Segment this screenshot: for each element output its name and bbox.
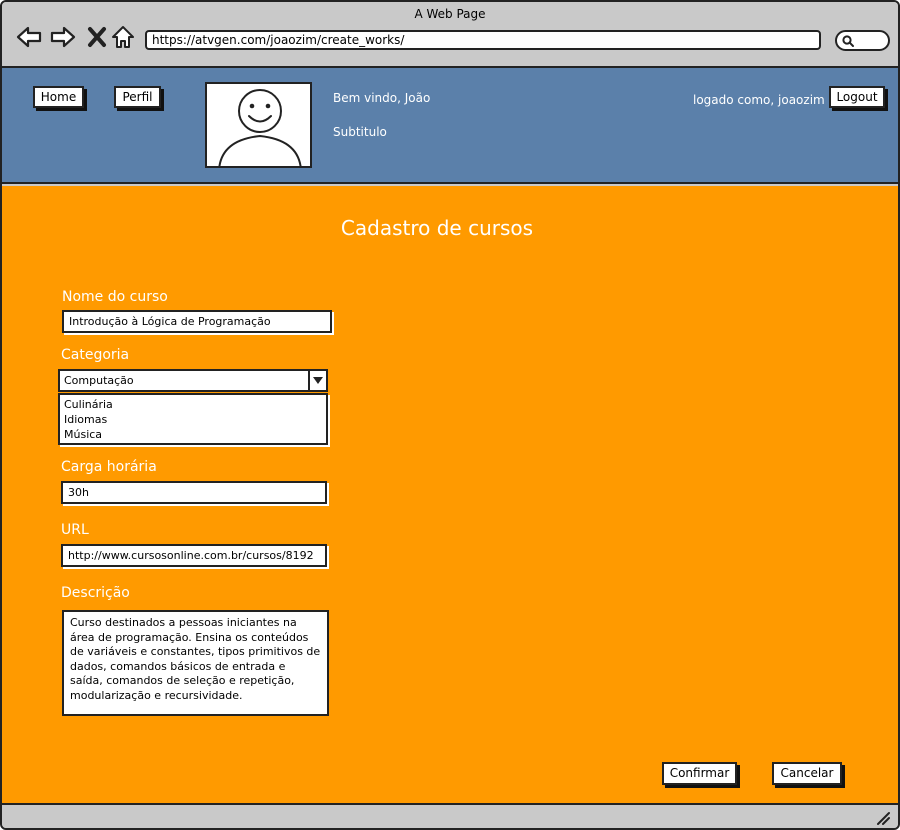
back-arrow-icon[interactable]	[15, 23, 43, 51]
categoria-select[interactable]: Computação	[58, 369, 328, 392]
categoria-option[interactable]: Culinária	[64, 397, 322, 412]
home-icon[interactable]	[109, 23, 137, 51]
nome-input[interactable]: Introdução à Lógica de Programação	[62, 310, 332, 333]
url-input[interactable]: http://www.cursosonline.com.br/cursos/81…	[61, 544, 327, 567]
logged-as-text: logado como, joaozim	[693, 93, 825, 107]
window-title: A Web Page	[414, 7, 486, 21]
resize-grip-icon[interactable]	[876, 811, 890, 825]
search-box[interactable]	[835, 30, 890, 51]
categoria-option[interactable]: Música	[64, 427, 322, 442]
forward-arrow-icon[interactable]	[49, 23, 77, 51]
descricao-label: Descrição	[61, 585, 130, 601]
perfil-button[interactable]: Perfil	[114, 86, 161, 108]
descricao-textarea[interactable]: Curso destinados a pessoas iniciantes na…	[62, 610, 329, 716]
chevron-down-icon[interactable]	[308, 371, 326, 390]
categoria-options-list: Culinária Idiomas Música	[58, 393, 328, 445]
browser-chrome: A Web Page https://atvgen.com/joaozim/cr…	[2, 2, 898, 68]
search-icon	[842, 35, 854, 47]
nome-label: Nome do curso	[62, 289, 168, 305]
carga-label: Carga horária	[61, 459, 157, 475]
browser-window: A Web Page https://atvgen.com/joaozim/cr…	[0, 0, 900, 830]
categoria-option[interactable]: Idiomas	[64, 412, 322, 427]
close-stop-icon[interactable]	[83, 23, 111, 51]
carga-input[interactable]: 30h	[61, 481, 327, 504]
confirm-button[interactable]: Confirmar	[662, 762, 737, 785]
url-bar[interactable]: https://atvgen.com/joaozim/create_works/	[145, 30, 821, 50]
status-bar	[2, 803, 898, 828]
logout-button[interactable]: Logout	[829, 86, 885, 108]
subtitle-text: Subtitulo	[333, 125, 387, 139]
url-label: URL	[61, 522, 89, 538]
categoria-label: Categoria	[61, 347, 130, 363]
avatar	[205, 82, 312, 168]
welcome-text: Bem vindo, João	[333, 91, 431, 105]
home-button[interactable]: Home	[33, 86, 84, 108]
user-avatar-icon	[218, 89, 302, 166]
site-header: Home Perfil Bem vindo, João Subtitulo lo…	[2, 68, 898, 184]
categoria-selected-value: Computação	[64, 374, 134, 387]
page-title: Cadastro de cursos	[340, 216, 534, 240]
cancel-button[interactable]: Cancelar	[772, 762, 842, 785]
main-content: Cadastro de cursos Nome do curso Introdu…	[2, 186, 898, 803]
